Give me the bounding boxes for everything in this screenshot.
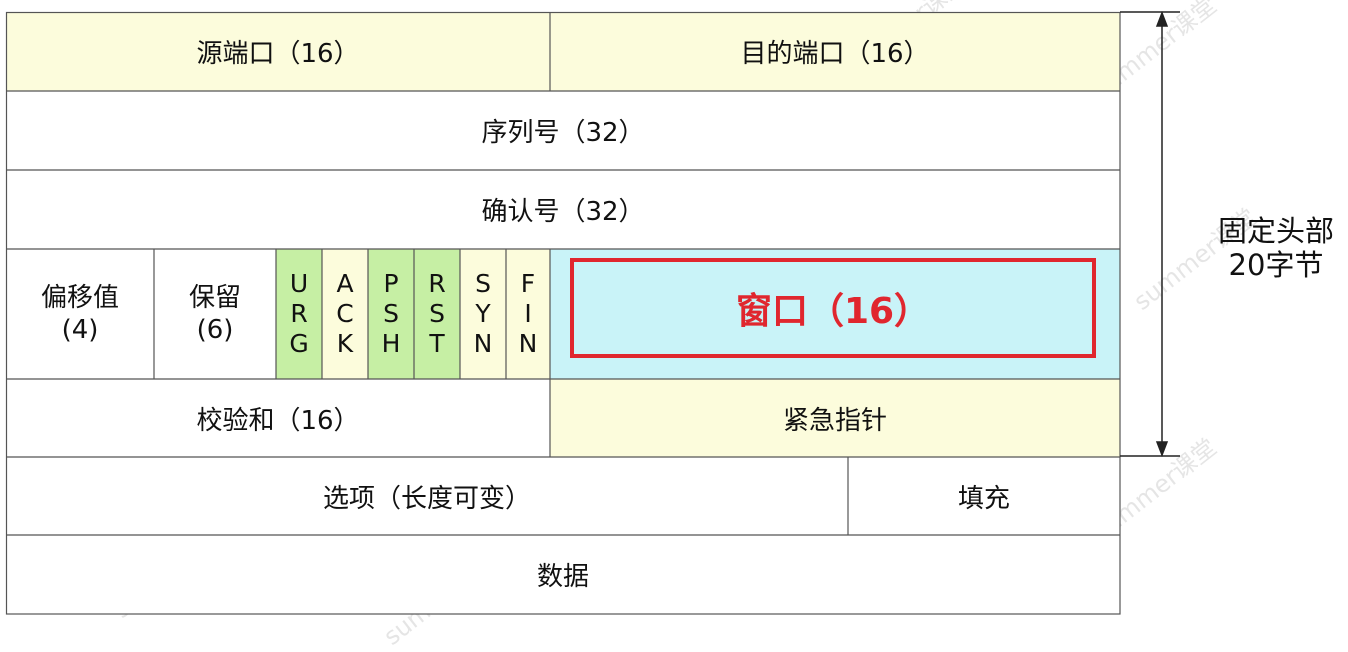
- annotation-line1: 固定头部: [1217, 214, 1334, 248]
- header-size-dimension-arrow: [1120, 10, 1180, 458]
- fixed-header-annotation: 固定头部 20字节: [1206, 214, 1346, 282]
- annotation-line2: 20字节: [1228, 248, 1324, 282]
- window-highlight: 窗口（16）: [570, 258, 1096, 358]
